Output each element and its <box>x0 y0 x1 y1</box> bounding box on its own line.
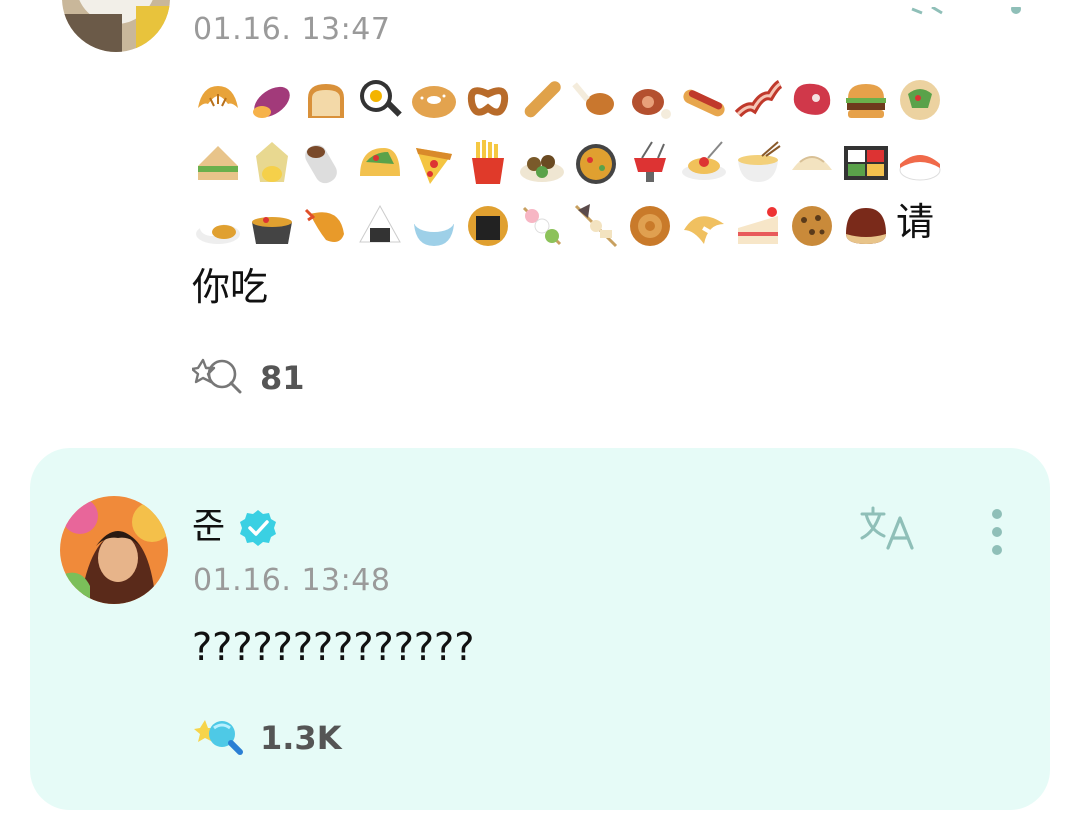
bagel-icon <box>408 74 460 126</box>
artist-comment-card: 준 01.16. 13:48 ?????????????? 1.3K <box>30 448 1050 810</box>
poultry-leg-icon <box>570 74 622 126</box>
bento-icon <box>840 136 892 188</box>
stuffed-flatbread-icon <box>894 74 946 126</box>
verified-badge-icon <box>238 508 278 548</box>
bacon-icon <box>732 74 784 126</box>
body-text-line2: 你吃 <box>192 265 269 309</box>
translate-icon[interactable] <box>908 0 948 15</box>
avatar[interactable] <box>62 0 170 52</box>
croissant-icon <box>192 74 244 126</box>
oden-icon <box>570 200 622 252</box>
burrito-icon <box>300 136 352 188</box>
pretzel-icon <box>462 74 514 126</box>
moon-cake-icon <box>624 200 676 252</box>
hamburger-icon <box>840 74 892 126</box>
fries-icon <box>462 136 514 188</box>
rice-ball-icon <box>354 200 406 252</box>
fondue-icon <box>624 136 676 188</box>
translate-button[interactable] <box>856 506 926 556</box>
emoji-row-1 <box>192 72 948 128</box>
dango-icon <box>516 200 568 252</box>
falafel-icon <box>516 136 568 188</box>
cheer-filled-icon <box>192 714 246 762</box>
ramen-icon <box>732 136 784 188</box>
cheer-outline-icon <box>190 354 246 402</box>
pizza-icon <box>408 136 460 188</box>
cookie-icon <box>786 200 838 252</box>
body-text-suffix: 请 <box>896 200 935 244</box>
spaghetti-icon <box>678 136 730 188</box>
baguette-icon <box>516 74 568 126</box>
shortcake-icon <box>732 200 784 252</box>
reaction-count: 81 <box>260 359 305 397</box>
curry-rice-icon <box>192 200 244 252</box>
fortune-cookie-icon <box>678 200 730 252</box>
cut-of-meat-icon <box>786 74 838 126</box>
rice-cracker-icon <box>462 200 514 252</box>
paella-icon <box>570 136 622 188</box>
tamale-icon <box>246 136 298 188</box>
more-vertical-icon <box>991 508 1003 560</box>
timestamp: 01.16. 13:47 <box>193 12 391 47</box>
reaction-button[interactable]: 81 <box>190 354 305 402</box>
emoji-row-3: 请 <box>192 198 934 254</box>
sweet-potato-icon <box>246 74 298 126</box>
fried-shrimp-icon <box>300 200 352 252</box>
reaction-button[interactable]: 1.3K <box>192 714 341 762</box>
more-options-icon[interactable] <box>1010 0 1022 14</box>
emoji-row-2 <box>192 134 948 190</box>
fried-egg-icon <box>354 74 406 126</box>
dumpling-icon <box>786 136 838 188</box>
sandwich-icon <box>192 136 244 188</box>
hot-dog-icon <box>678 74 730 126</box>
bread-icon <box>300 74 352 126</box>
sushi-icon <box>894 136 946 188</box>
translate-icon <box>860 506 922 556</box>
author-name[interactable]: 준 <box>192 506 225 548</box>
taco-icon <box>354 136 406 188</box>
timestamp: 01.16. 13:48 <box>193 563 391 598</box>
comment-body: ?????????????? <box>192 625 475 669</box>
more-options-button[interactable] <box>980 506 1014 562</box>
meat-on-bone-icon <box>624 74 676 126</box>
cooked-rice-icon <box>408 200 460 252</box>
reaction-count: 1.3K <box>260 719 342 757</box>
avatar[interactable] <box>60 496 168 604</box>
comment-post-1: 01.16. 13:47 请 你吃 81 <box>0 0 1080 440</box>
stew-icon <box>246 200 298 252</box>
chestnut-icon <box>840 200 892 252</box>
